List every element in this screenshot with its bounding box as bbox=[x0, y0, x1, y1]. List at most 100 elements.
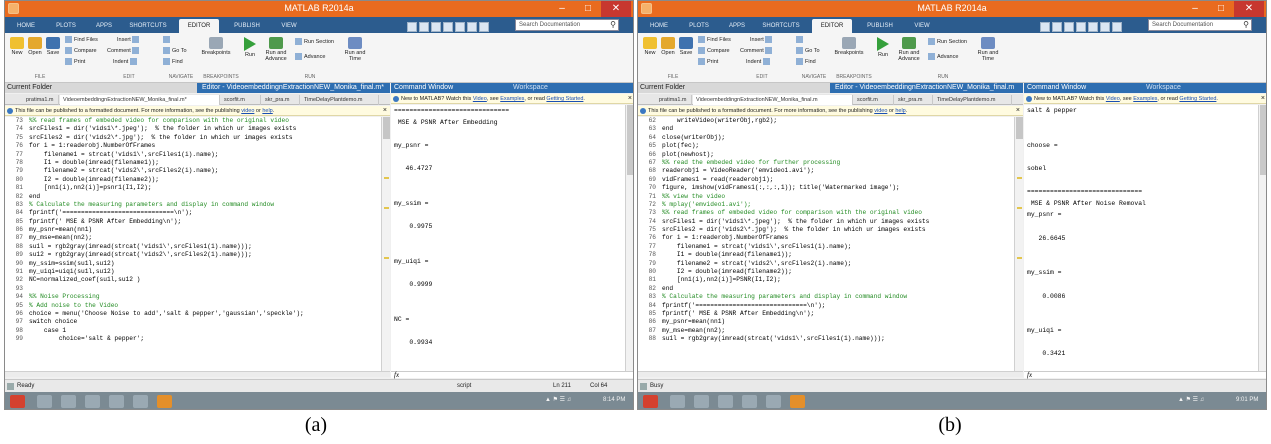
run-section-button[interactable]: Run Section bbox=[295, 38, 334, 45]
copy-icon[interactable] bbox=[1064, 22, 1074, 32]
code-text[interactable]: plot(newhost); bbox=[662, 151, 714, 158]
system-tray-icons[interactable]: ▲ ⚑ ☰ ♫ bbox=[1178, 396, 1204, 403]
internet-explorer-icon[interactable] bbox=[37, 395, 52, 408]
line-number[interactable]: 89 bbox=[5, 251, 29, 259]
scrollbar-thumb[interactable] bbox=[1016, 117, 1023, 139]
code-line[interactable]: 79 filename2 = strcat('vids2\',srcFiles2… bbox=[638, 260, 1014, 268]
tab-shortcuts[interactable]: SHORTCUTS bbox=[760, 19, 802, 33]
line-number[interactable]: 95 bbox=[5, 302, 29, 310]
matlab-taskbar-icon[interactable] bbox=[157, 395, 172, 408]
code-line[interactable]: 85 fprintf(' MSE & PSNR After Embedding\n… bbox=[5, 218, 381, 226]
warning-marker[interactable] bbox=[1017, 207, 1022, 209]
editor-title-bar[interactable]: Editor - VideoembeddingnExtractionNEW_Mo… bbox=[830, 83, 1023, 93]
code-line[interactable]: 77 filename1 = strcat('vids1\',srcFiles1… bbox=[5, 151, 381, 159]
line-number[interactable]: 74 bbox=[638, 218, 662, 226]
code-text[interactable]: switch choice bbox=[29, 318, 77, 325]
search-documentation-input[interactable]: Search Documentation ⚲ bbox=[515, 19, 619, 31]
line-number[interactable]: 80 bbox=[5, 176, 29, 184]
compare-button[interactable]: Compare bbox=[65, 47, 97, 54]
close-info-icon[interactable]: × bbox=[1016, 106, 1020, 115]
editor-vertical-scrollbar[interactable] bbox=[381, 117, 390, 371]
command-prompt[interactable]: fx bbox=[391, 371, 633, 379]
run-and-advance-button[interactable]: Run and Advance bbox=[261, 37, 291, 62]
code-text[interactable]: [nn1(i),nn2(i)]=PSNR(I1,I2); bbox=[662, 276, 781, 283]
command-prompt[interactable]: fx bbox=[1024, 371, 1266, 379]
tab-plots[interactable]: PLOTS bbox=[51, 19, 81, 33]
code-text[interactable]: %% read frames of embeded video for comp… bbox=[662, 209, 922, 216]
getting-started-link[interactable]: Getting Started bbox=[546, 96, 583, 102]
line-number[interactable]: 92 bbox=[5, 276, 29, 284]
tab-plots[interactable]: PLOTS bbox=[684, 19, 714, 33]
file-explorer-icon[interactable] bbox=[742, 395, 757, 408]
internet-explorer-icon[interactable] bbox=[670, 395, 685, 408]
open-button[interactable]: Open bbox=[660, 37, 676, 56]
indent-button[interactable]: Indent bbox=[113, 58, 139, 65]
run-button[interactable]: Run bbox=[874, 37, 892, 58]
code-line[interactable]: 80 I2 = double(imread(filename2)); bbox=[638, 268, 1014, 276]
code-line[interactable]: 91 my_uiqi=uiqi(su1l,su12) bbox=[5, 268, 381, 276]
tab-home[interactable]: HOME bbox=[11, 19, 41, 33]
go-to-button[interactable]: Go To bbox=[163, 47, 187, 54]
line-number[interactable]: 79 bbox=[638, 260, 662, 268]
code-text[interactable]: filename1 = strcat('vids1\',srcFiles1(i)… bbox=[29, 151, 219, 158]
tab-publish[interactable]: PUBLISH bbox=[862, 19, 898, 33]
code-line[interactable]: 81 [nn1(i),nn2(i)]=psnr1(I1,I2); bbox=[5, 184, 381, 192]
warning-marker[interactable] bbox=[1017, 257, 1022, 259]
comment-button[interactable]: Comment bbox=[740, 47, 774, 54]
code-text[interactable]: fprintf(' MSE & PSNR After Embedding\n')… bbox=[29, 218, 181, 225]
file-tab[interactable]: pratima1.m bbox=[23, 95, 59, 105]
code-text[interactable]: fprintf('==============================\… bbox=[662, 302, 825, 309]
code-editor[interactable]: 73%% read frames of embeded video for co… bbox=[5, 117, 381, 371]
line-number[interactable]: 86 bbox=[638, 318, 662, 326]
minimize-button[interactable]: – bbox=[1182, 1, 1208, 17]
tab-home[interactable]: HOME bbox=[644, 19, 674, 33]
code-line[interactable]: 66 plot(newhost); bbox=[638, 151, 1014, 159]
scrollbar-thumb[interactable] bbox=[627, 105, 633, 175]
line-number[interactable]: 83 bbox=[5, 201, 29, 209]
code-line[interactable]: 96 choice = menu('Choose Noise to add','s… bbox=[5, 310, 381, 318]
line-number[interactable]: 93 bbox=[5, 285, 29, 293]
line-number[interactable]: 77 bbox=[5, 151, 29, 159]
tab-view[interactable]: VIEW bbox=[275, 19, 303, 33]
line-number[interactable]: 85 bbox=[5, 218, 29, 226]
tab-publish[interactable]: PUBLISH bbox=[229, 19, 265, 33]
command-window-scrollbar[interactable] bbox=[1258, 105, 1266, 371]
help-link[interactable]: help bbox=[895, 108, 905, 114]
code-text[interactable]: % Calculate the measuring parameters and… bbox=[662, 293, 907, 300]
code-text[interactable]: srcFiles1 = dir('vids1\*.jpeg'); % the f… bbox=[662, 218, 929, 225]
code-line[interactable]: 99 choice='salt & pepper'; bbox=[5, 335, 381, 343]
undo-icon[interactable] bbox=[1088, 22, 1098, 32]
insert-button[interactable]: Insert bbox=[750, 36, 774, 43]
tab-editor[interactable]: EDITOR bbox=[812, 19, 852, 33]
file-tab[interactable]: TimeDelayPlantdemo.m bbox=[301, 95, 379, 105]
media-player-icon[interactable] bbox=[766, 395, 781, 408]
code-text[interactable]: end bbox=[29, 193, 40, 200]
code-line[interactable]: 83% Calculate the measuring parameters a… bbox=[638, 293, 1014, 301]
file-tab[interactable]: pratima1.m bbox=[656, 95, 692, 105]
code-line[interactable]: 88 su1l = rgb2gray(imread(strcat('vids1\'… bbox=[638, 335, 1014, 343]
code-line[interactable]: 94%% Noise Processing bbox=[5, 293, 381, 301]
code-line[interactable]: 69 vidFrames1 = read(readerobj1); bbox=[638, 176, 1014, 184]
code-line[interactable]: 72% mplay('emvideo1.avi'); bbox=[638, 201, 1014, 209]
code-line[interactable]: 76 for i = 1:readerobj.NumberOfFrames bbox=[5, 142, 381, 150]
current-folder-header[interactable]: Current Folder bbox=[5, 83, 197, 93]
find-button[interactable]: Find bbox=[796, 58, 816, 65]
tab-shortcuts[interactable]: SHORTCUTS bbox=[127, 19, 169, 33]
indent-button[interactable]: Indent bbox=[746, 58, 772, 65]
code-text[interactable]: end bbox=[662, 125, 673, 132]
line-number[interactable]: 84 bbox=[5, 209, 29, 217]
save-button[interactable]: Save bbox=[45, 37, 61, 56]
insert-button[interactable]: Insert bbox=[117, 36, 141, 43]
line-number[interactable]: 78 bbox=[5, 159, 29, 167]
code-text[interactable]: for i = 1:readerobj.NumberOfFrames bbox=[29, 142, 155, 149]
file-tab[interactable]: scorfit.m bbox=[854, 95, 894, 105]
code-line[interactable]: 90 my_ssim=ssim(su1l,su12) bbox=[5, 260, 381, 268]
line-number[interactable]: 82 bbox=[5, 193, 29, 201]
code-text[interactable]: filename2 = strcat('vids2\',srcFiles2(i)… bbox=[29, 167, 219, 174]
copy-icon[interactable] bbox=[431, 22, 441, 32]
code-line[interactable]: 92 NC=normalized_coef(su1l,su12 ) bbox=[5, 276, 381, 284]
scrollbar-thumb[interactable] bbox=[1260, 105, 1266, 175]
line-number[interactable]: 90 bbox=[5, 260, 29, 268]
code-line[interactable]: 83% Calculate the measuring parameters a… bbox=[5, 201, 381, 209]
line-number[interactable]: 73 bbox=[5, 117, 29, 125]
